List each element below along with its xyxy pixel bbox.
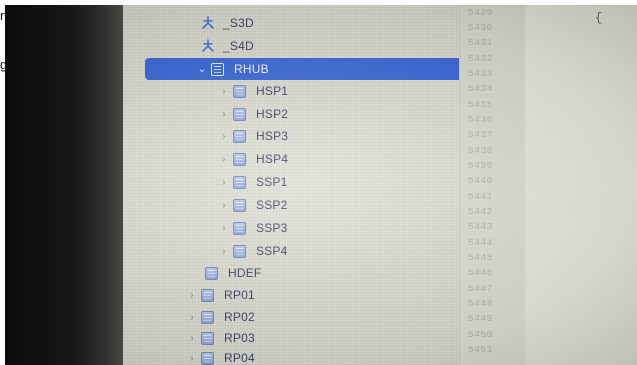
tree-item-label: _S4D (223, 39, 254, 53)
device-icon (205, 266, 218, 280)
device-icon (233, 244, 246, 258)
device-icon (233, 221, 246, 235)
line-number: 5432 (468, 53, 493, 64)
code-editor[interactable]: { (525, 5, 637, 365)
method-icon (202, 16, 214, 29)
tree-item-label: RHUB (234, 62, 269, 76)
chevron-right-icon[interactable]: › (219, 86, 229, 97)
tree-item-label: SSP3 (256, 221, 288, 235)
tree-item-label: RP04 (224, 351, 255, 365)
monitor-bezel (5, 5, 125, 365)
line-number: 5442 (468, 206, 493, 217)
device-icon (201, 288, 214, 302)
screen: _S3D _S4D ⌄ RHUB › HSP1 › HSP2 › HSP3 › … (123, 5, 637, 365)
line-number: 5440 (468, 175, 493, 186)
line-number: 5431 (468, 37, 493, 48)
line-number: 5449 (468, 313, 493, 324)
device-icon (233, 129, 246, 143)
tree-item-label: HSP1 (256, 84, 289, 98)
device-icon (233, 198, 246, 212)
line-number: 5447 (468, 283, 493, 294)
line-number: 5444 (468, 237, 493, 248)
tree-item-label: RP01 (224, 288, 255, 302)
chevron-right-icon[interactable]: › (219, 131, 229, 142)
device-icon (201, 310, 214, 324)
line-number: 5443 (468, 221, 493, 232)
line-number: 5434 (468, 83, 493, 94)
tree-item-label: SSP1 (256, 175, 288, 189)
line-number: 5441 (468, 191, 493, 202)
line-number: 5451 (468, 344, 493, 355)
tree-item-rhub[interactable]: ⌄ RHUB (145, 58, 489, 80)
chevron-right-icon[interactable]: › (187, 290, 197, 301)
line-number: 5435 (468, 99, 493, 110)
line-number: 5450 (468, 329, 493, 340)
tree-item-label: RP03 (224, 331, 255, 345)
line-number: 5438 (468, 145, 493, 156)
method-icon (202, 39, 214, 52)
line-number: 5436 (468, 114, 493, 125)
line-number: 5437 (468, 129, 493, 140)
device-icon (233, 107, 246, 121)
photo-stage: n g _S3D _S4D ⌄ RHUB › HSP1 › HSP2 › HSP… (0, 0, 637, 365)
device-icon (201, 331, 214, 345)
tree-item-label: RP02 (224, 310, 255, 324)
tree-item-label: HSP3 (256, 129, 289, 143)
chevron-right-icon[interactable]: › (219, 177, 229, 188)
tree-item-label: SSP4 (256, 244, 288, 258)
line-number: 5430 (468, 22, 493, 33)
tree-item-label: HSP4 (256, 152, 289, 166)
chevron-right-icon[interactable]: › (219, 109, 229, 120)
line-number: 5446 (468, 267, 493, 278)
chevron-right-icon[interactable]: › (219, 154, 229, 165)
line-number: 5429 (468, 7, 493, 18)
chevron-right-icon[interactable]: › (219, 223, 229, 234)
tree-item-label: HDEF (228, 266, 262, 280)
outline-tree: _S3D _S4D ⌄ RHUB › HSP1 › HSP2 › HSP3 › … (123, 5, 489, 365)
code-text: { (595, 11, 603, 25)
line-number: 5448 (468, 298, 493, 309)
tree-item-label: SSP2 (256, 198, 288, 212)
device-icon (233, 175, 246, 189)
line-number-gutter: 5429 5430 5431 5432 5433 5434 5435 5436 … (459, 5, 526, 365)
device-icon (233, 84, 246, 98)
device-icon (201, 351, 214, 365)
monitor-photo: _S3D _S4D ⌄ RHUB › HSP1 › HSP2 › HSP3 › … (5, 5, 637, 365)
device-icon (211, 62, 224, 76)
chevron-right-icon[interactable]: › (219, 246, 229, 257)
device-icon (233, 152, 246, 166)
chevron-down-icon[interactable]: ⌄ (197, 64, 207, 75)
tree-item-label: _S3D (223, 16, 254, 30)
chevron-right-icon[interactable]: › (187, 312, 197, 323)
line-number: 5433 (468, 68, 493, 79)
chevron-right-icon[interactable]: › (187, 353, 197, 364)
line-number: 5439 (468, 160, 493, 171)
tree-item-label: HSP2 (256, 107, 289, 121)
line-number: 5445 (468, 252, 493, 263)
chevron-right-icon[interactable]: › (187, 333, 197, 344)
chevron-right-icon[interactable]: › (219, 200, 229, 211)
